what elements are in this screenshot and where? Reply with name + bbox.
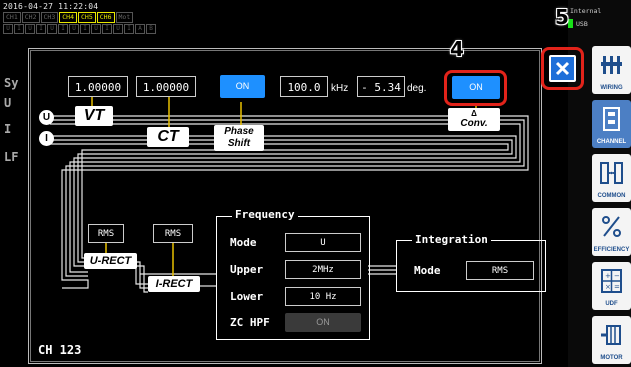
function-panel: Internal USB WIRING CHANNEL COMMON EFFIC…	[568, 0, 631, 367]
input-indicator: A	[135, 24, 145, 34]
phase-shift-toggle[interactable]: ON	[220, 75, 265, 98]
svg-text:−: −	[614, 272, 620, 280]
phase-degree-unit: deg.	[407, 83, 427, 94]
wiring-icon	[601, 56, 622, 74]
frequency-title: Frequency	[232, 208, 298, 221]
motor-button-label: MOTOR	[600, 355, 623, 361]
input-indicator: U	[3, 24, 13, 34]
input-indicator: I	[102, 24, 112, 34]
conversion-text: Conv.	[460, 118, 488, 129]
efficiency-icon	[602, 216, 621, 237]
channel-indicator: CH6	[96, 12, 115, 23]
background-label: I	[4, 122, 12, 136]
common-button[interactable]: COMMON	[592, 154, 631, 202]
datetime: 2016-04-27 11:22:04	[3, 2, 99, 11]
input-indicator: I	[80, 24, 90, 34]
common-icon	[600, 162, 623, 184]
input-indicator: I	[14, 24, 24, 34]
udf-button[interactable]: + − × = UDF	[592, 262, 631, 310]
integration-title: Integration	[412, 233, 491, 246]
vt-ratio-field[interactable]: 1.00000	[68, 76, 128, 97]
wiring-button[interactable]: WIRING	[592, 46, 631, 94]
svg-text:+: +	[605, 272, 611, 280]
input-indicator: B	[146, 24, 156, 34]
voltage-input-icon: U	[39, 110, 54, 125]
zc-hpf-toggle[interactable]: ON	[285, 313, 361, 332]
efficiency-button[interactable]: EFFICIENCY	[592, 208, 631, 256]
vt-label: VT	[75, 106, 113, 126]
frequency-lower-label: Lower	[230, 290, 264, 303]
channel-indicator: CH5	[78, 12, 96, 23]
channel-indicator: CH1	[3, 12, 21, 23]
status-bar: 2016-04-27 11:22:04 CH1 CH2 CH3 CH4 CH5 CH6 Mo…	[0, 0, 600, 48]
delta-conversion-toggle[interactable]: ON	[452, 76, 500, 99]
channel-indicator: Mot	[115, 12, 134, 23]
phase-shift-label: Phase Shift	[214, 125, 264, 151]
frequency-lower-field[interactable]: 10 Hz	[285, 287, 361, 306]
input-indicator: U	[47, 24, 57, 34]
svg-text:=: =	[614, 283, 620, 291]
background-label: U	[4, 96, 12, 110]
motor-button[interactable]: MOTOR	[592, 316, 631, 364]
udf-button-label: UDF	[605, 301, 618, 307]
phase-frequency-unit: kHz	[331, 83, 349, 94]
input-indicator: U	[69, 24, 79, 34]
input-indicator: U	[113, 24, 123, 34]
delta-conversion-label: Δ Conv.	[448, 108, 500, 131]
current-input-icon: I	[39, 131, 54, 146]
channel-indicator: CH3	[40, 12, 59, 23]
wiring-button-label: WIRING	[600, 85, 623, 91]
close-dialog-button[interactable]	[549, 55, 576, 82]
zc-hpf-label: ZC HPF	[230, 316, 270, 329]
step-4-callout: 4	[450, 37, 464, 61]
channel-group-label: CH 123	[38, 343, 82, 357]
ct-label: CT	[147, 127, 189, 147]
input-indicator: U	[91, 24, 101, 34]
i-rect-field[interactable]: RMS	[153, 224, 193, 243]
motor-icon	[601, 325, 621, 345]
input-indicators: UIUIUIUIUIUIAB	[3, 24, 156, 34]
udf-icon: + − × =	[601, 269, 622, 293]
svg-text:×: ×	[605, 283, 611, 291]
input-indicator: I	[124, 24, 134, 34]
frequency-upper-field[interactable]: 2MHz	[285, 260, 361, 279]
input-indicator: I	[58, 24, 68, 34]
frequency-mode-label: Mode	[230, 236, 257, 249]
close-icon	[555, 61, 570, 76]
efficiency-button-label: EFFICIENCY	[593, 247, 630, 253]
channel-icon	[603, 107, 620, 131]
integration-mode-field[interactable]: RMS	[466, 261, 534, 280]
channel-button-label: CHANNEL	[596, 139, 627, 145]
frequency-upper-label: Upper	[230, 263, 264, 276]
background-label: LF	[4, 150, 19, 164]
phase-frequency-field[interactable]: 100.0	[280, 76, 328, 97]
input-indicator: U	[25, 24, 35, 34]
storage-label: Internal	[570, 7, 602, 15]
ct-ratio-field[interactable]: 1.00000	[136, 76, 196, 97]
channel-indicator: CH4	[59, 12, 77, 23]
input-indicator: I	[36, 24, 46, 34]
i-rect-label: I-RECT	[148, 276, 200, 292]
u-rect-label: U-RECT	[84, 253, 137, 269]
frequency-mode-field[interactable]: U	[285, 233, 361, 252]
phase-degree-field[interactable]: - 5.34	[357, 76, 405, 97]
u-rect-field[interactable]: RMS	[88, 224, 124, 243]
channel-indicators: CH1 CH2 CH3 CH4 CH5 CH6 Mot	[3, 12, 134, 23]
integration-mode-label: Mode	[414, 264, 441, 277]
channel-indicator: CH2	[21, 12, 40, 23]
common-button-label: COMMON	[597, 193, 626, 199]
background-label: Sy	[4, 76, 19, 90]
channel-button[interactable]: CHANNEL	[592, 100, 631, 148]
step-5-callout: 5	[555, 5, 569, 29]
usb-label: USB	[576, 20, 588, 28]
